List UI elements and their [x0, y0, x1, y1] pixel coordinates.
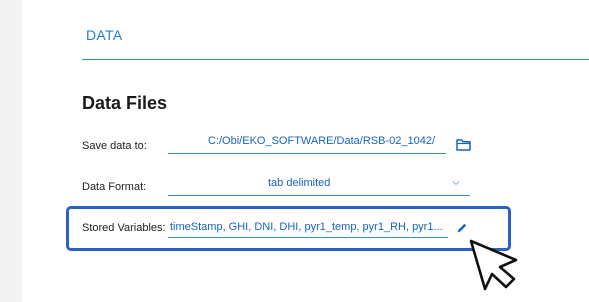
tab-data[interactable]: DATA: [86, 27, 122, 43]
cursor-arrow-icon: [469, 239, 518, 291]
data-format-select[interactable]: tab delimited: [168, 174, 470, 196]
pencil-icon[interactable]: [456, 222, 468, 234]
stored-variables-field[interactable]: timeStamp, GHI, DNI, DHI, pyr1_temp, pyr…: [168, 216, 448, 238]
data-format-value: tab delimited: [268, 177, 331, 189]
save-data-value: C:/Obi/EKO_SOFTWARE/Data/RSB-02_1042/: [208, 135, 436, 147]
save-data-label: Save data to:: [82, 140, 147, 152]
stored-variables-label: Stored Variables:: [82, 222, 166, 234]
tab-underline: [82, 59, 589, 60]
data-format-label: Data Format:: [82, 181, 147, 193]
save-data-field[interactable]: C:/Obi/EKO_SOFTWARE/Data/RSB-02_1042/: [168, 132, 446, 154]
section-title: Data Files: [82, 93, 168, 113]
left-rail: [0, 0, 22, 302]
cropped-heading-fragment: [62, 0, 182, 11]
stored-variables-value: timeStamp, GHI, DNI, DHI, pyr1_temp, pyr…: [170, 221, 443, 233]
folder-icon[interactable]: [456, 138, 471, 151]
chevron-down-icon[interactable]: [452, 180, 460, 186]
